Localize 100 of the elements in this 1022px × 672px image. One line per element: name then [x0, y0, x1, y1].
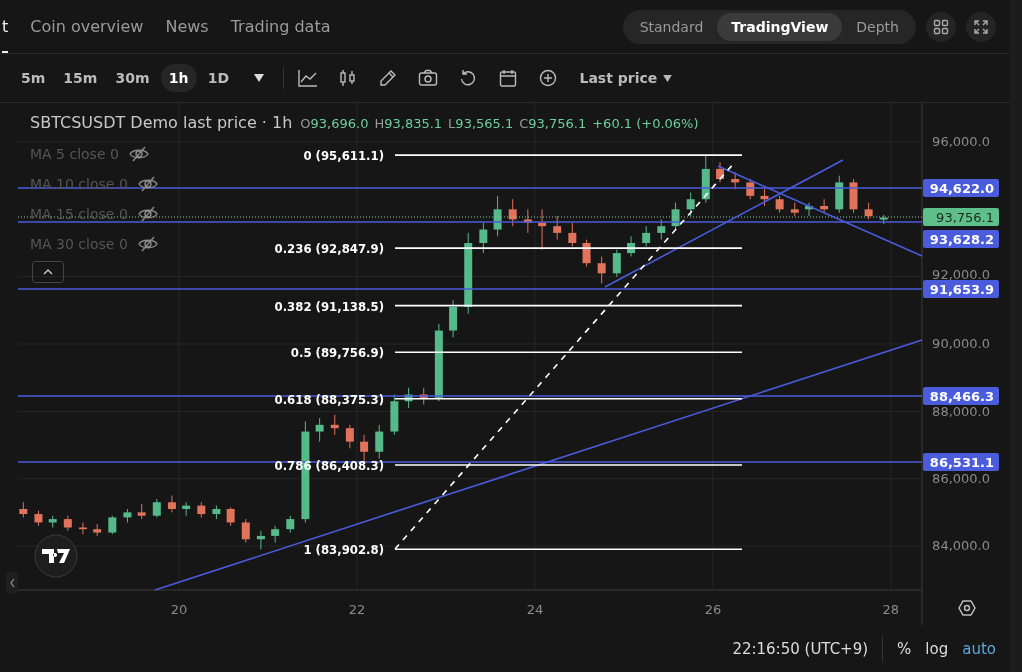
horizontal-line[interactable]: [17, 395, 923, 397]
nav-tab[interactable]: Coin overview: [30, 0, 144, 53]
date-axis-label: 26: [704, 602, 722, 617]
date-axis-label: 24: [526, 602, 544, 617]
fibonacci-level-label: 0.5 (89,756.9): [290, 345, 384, 361]
chevron-up-icon: [43, 269, 53, 275]
candlestick: [315, 417, 324, 443]
price-axis-label: 88,000.0: [932, 404, 990, 419]
scale-toggle[interactable]: %: [897, 639, 912, 658]
candlestick: [760, 188, 769, 207]
indicator-label: MA 15 close 0: [30, 206, 128, 222]
candlestick: [152, 498, 161, 518]
interval-button[interactable]: 5m: [14, 64, 53, 92]
candlestick: [508, 198, 517, 227]
candlestick: [523, 208, 532, 234]
candlestick: [78, 521, 87, 535]
candlestick: [330, 414, 339, 436]
candlestick: [553, 215, 562, 241]
price-axis-label: 92,000.0: [932, 267, 990, 282]
ohlc-value: L93,565.1: [448, 116, 514, 131]
interval-button[interactable]: 30m: [108, 64, 157, 92]
candlestick: [449, 299, 458, 338]
candlestick: [864, 202, 873, 220]
candlestick: [657, 218, 666, 241]
price-tag: 91,653.9: [923, 280, 999, 298]
candlestick: [123, 508, 132, 523]
eye-slash-icon[interactable]: [137, 176, 158, 192]
scale-toggle[interactable]: auto: [962, 639, 996, 658]
fullscreen-icon[interactable]: [966, 11, 996, 42]
collapse-side-icon[interactable]: [6, 572, 18, 594]
fibonacci-level-line[interactable]: [394, 304, 743, 307]
grid-layout-icon[interactable]: [926, 11, 956, 42]
view-mode-tab[interactable]: TradingView: [717, 12, 843, 41]
candlestick: [790, 202, 799, 217]
eye-slash-icon[interactable]: [128, 146, 149, 162]
fibonacci-level-label: 0 (95,611.1): [303, 148, 384, 164]
candlestick: [345, 424, 354, 449]
candlestick: [19, 501, 28, 518]
scale-toggle[interactable]: log: [925, 639, 949, 658]
candlestick: [820, 198, 829, 214]
candlestick: [879, 214, 888, 225]
nav-tab[interactable]: t: [2, 0, 9, 53]
candlestick: [167, 495, 176, 513]
fibonacci-level-label: 0.382 (91,138.5): [274, 298, 384, 314]
candlestick: [582, 239, 591, 268]
caret-icon: [663, 74, 673, 82]
candlestick: [182, 501, 191, 517]
collapse-legend-button[interactable]: [32, 261, 64, 283]
trend-line[interactable]: [154, 339, 923, 591]
indicator-label: MA 5 close 0: [30, 146, 119, 162]
eye-slash-icon[interactable]: [137, 236, 158, 252]
interval-button[interactable]: 15m: [56, 64, 105, 92]
candlestick: [849, 178, 858, 214]
date-axis-label: 22: [348, 602, 366, 617]
candlestick: [627, 235, 636, 257]
interval-button[interactable]: 1h: [160, 64, 197, 92]
trend-line[interactable]: [717, 165, 923, 257]
view-mode-tab[interactable]: Standard: [625, 12, 718, 41]
time-zone-clock[interactable]: 22:16:50 (UTC+9): [732, 639, 869, 658]
candlestick: [226, 506, 235, 527]
candlestick: [479, 222, 488, 254]
fibonacci-level-line[interactable]: [394, 397, 743, 400]
trend-line[interactable]: [604, 159, 844, 288]
date-axis-label: 28: [882, 602, 900, 617]
horizontal-line[interactable]: [17, 461, 923, 463]
view-mode-tab[interactable]: Depth: [842, 12, 913, 41]
symbol-title: SBTCSUSDT Demo last price · 1h: [30, 113, 293, 132]
candlestick: [419, 387, 428, 406]
candlestick: [48, 515, 57, 528]
candlestick: [538, 208, 547, 251]
tradingview-logo-icon[interactable]: [34, 534, 78, 578]
candlestick: [256, 530, 265, 550]
candlestick: [390, 394, 399, 436]
price-tag: 93,628.2: [923, 230, 999, 248]
candlestick: [93, 523, 102, 537]
price-source-dropdown[interactable]: Last price: [579, 70, 673, 86]
price-axis-label: 84,000.0: [932, 538, 990, 554]
candlestick: [686, 192, 695, 217]
price-tag: 94,622.0: [923, 179, 999, 197]
nav-tab[interactable]: Trading data: [230, 0, 331, 53]
candlestick: [597, 255, 606, 284]
fibonacci-level-line[interactable]: [394, 548, 743, 551]
settings-icon[interactable]: [958, 600, 976, 616]
price-axis-label: 86,000.0: [932, 470, 990, 486]
candlestick: [271, 525, 280, 544]
nav-tab[interactable]: News: [165, 0, 209, 53]
candlestick: [212, 505, 221, 520]
candlestick: [805, 202, 813, 217]
candlestick: [716, 161, 724, 183]
candlestick: [731, 171, 740, 190]
ohlc-value: H93,835.1: [374, 116, 443, 131]
indicator-label: MA 30 close 0: [30, 236, 128, 252]
fibonacci-level-label: 1 (83,902.8): [303, 542, 384, 558]
price-axis-label: 96,000.0: [932, 134, 990, 149]
ohlc-value: C93,756.1: [519, 116, 587, 131]
price-tag: 86,531.1: [923, 453, 999, 471]
eye-slash-icon[interactable]: [137, 206, 158, 222]
interval-button[interactable]: 1D: [200, 64, 237, 92]
date-axis-label: 20: [170, 602, 188, 617]
candlestick: [34, 510, 43, 527]
